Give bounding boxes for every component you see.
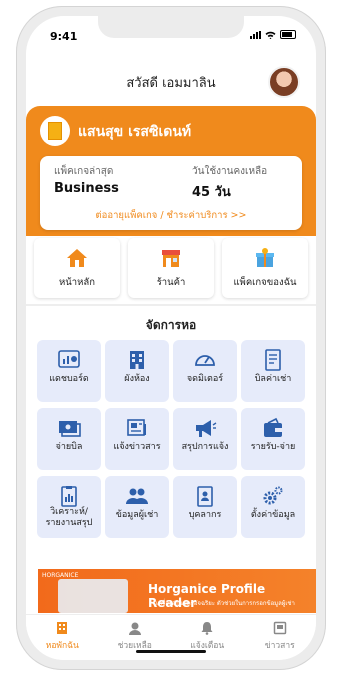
menu-room-layout-label: ผังห้อง bbox=[124, 374, 150, 384]
settings-icon bbox=[263, 486, 283, 505]
banner-brand: HORGANICE bbox=[42, 572, 79, 579]
menu-announce[interactable]: แจ้งข่าวสาร bbox=[105, 408, 169, 470]
building-icon bbox=[130, 351, 144, 369]
wifi-icon bbox=[265, 31, 276, 39]
tab-my-dorm-label: หอพักฉัน bbox=[45, 641, 79, 651]
menu-announce-label: แจ้งข่าวสาร bbox=[113, 442, 161, 452]
quick-home-button[interactable]: หน้าหลัก bbox=[34, 238, 120, 298]
tab-my-dorm[interactable]: หอพักฉัน bbox=[26, 615, 99, 660]
menu-report-summary-label: สรุปการแจ้ง bbox=[181, 442, 229, 452]
bottom-tab-bar: หอพักฉัน ช่วยเหลือ แจ้งเตือน ข่าวสาร bbox=[26, 614, 316, 660]
menu-analytics[interactable]: วิเคราะห์/ รายงานสรุป bbox=[37, 476, 101, 538]
support-icon bbox=[128, 622, 141, 635]
gift-box-icon bbox=[256, 248, 274, 267]
tab-notifications[interactable]: แจ้งเตือน bbox=[171, 615, 244, 660]
house-icon bbox=[67, 249, 87, 267]
app-screen: 9:41 สวัสดี เอมมาลิน แสนสุข เรสซิเดนท์ แ… bbox=[26, 16, 316, 660]
menu-meter[interactable]: จดมิเตอร์ bbox=[173, 340, 237, 402]
megaphone-icon bbox=[196, 420, 217, 437]
menu-rent-bill[interactable]: บิลค่าเช่า bbox=[241, 340, 305, 402]
menu-room-layout[interactable]: ผังห้อง bbox=[105, 340, 169, 402]
menu-pay-bill-label: จ่ายบิล bbox=[55, 442, 83, 452]
tab-support[interactable]: ช่วยเหลือ bbox=[99, 615, 172, 660]
tab-news-label: ข่าวสาร bbox=[264, 641, 295, 651]
quick-shop-label: ร้านค้า bbox=[156, 277, 186, 288]
quick-my-package-label: แพ็คเกจของฉัน bbox=[233, 277, 297, 288]
manage-dorm-title: จัดการหอ bbox=[145, 318, 197, 332]
banner-product-image bbox=[58, 579, 128, 613]
menu-staff-label: บุคลากร bbox=[188, 510, 222, 520]
section-divider bbox=[26, 304, 316, 306]
package-label: แพ็คเกจล่าสุด bbox=[54, 166, 114, 177]
pay-bill-icon bbox=[59, 421, 81, 437]
menu-report-summary[interactable]: สรุปการแจ้ง bbox=[173, 408, 237, 470]
status-bar: 9:41 bbox=[26, 16, 316, 56]
shop-icon bbox=[162, 250, 180, 267]
days-left-value: 45 วัน bbox=[192, 185, 231, 200]
phone-frame: 9:41 สวัสดี เอมมาลิน แสนสุข เรสซิเดนท์ แ… bbox=[16, 6, 326, 670]
menu-tenant-info-label: ข้อมูลผู้เช่า bbox=[115, 510, 159, 520]
status-time: 9:41 bbox=[50, 30, 78, 43]
home-indicator bbox=[136, 650, 206, 653]
menu-pay-bill[interactable]: จ่ายบิล bbox=[37, 408, 101, 470]
menu-income-expense-label: รายรับ-จ่าย bbox=[250, 442, 296, 452]
quick-shop-button[interactable]: ร้านค้า bbox=[128, 238, 214, 298]
news-tab-icon bbox=[273, 621, 286, 635]
wallet-icon bbox=[264, 417, 282, 437]
dorm-name[interactable]: แสนสุข เรสซิเดนท์ bbox=[78, 121, 191, 143]
bell-icon bbox=[201, 622, 213, 635]
quick-my-package-button[interactable]: แพ็คเกจของฉัน bbox=[222, 238, 308, 298]
menu-staff[interactable]: บุคลากร bbox=[173, 476, 237, 538]
days-left-label: วันใช้งานคงเหลือ bbox=[192, 166, 268, 177]
menu-settings[interactable]: ตั้งค่าข้อมูล bbox=[241, 476, 305, 538]
meter-icon bbox=[195, 355, 215, 366]
signal-icon bbox=[250, 30, 261, 39]
dorm-icon bbox=[57, 622, 68, 634]
manage-grid: แดชบอร์ด ผังห้อง จดมิเตอร์ บิลค่าเช่า จ่… bbox=[37, 340, 305, 538]
avatar[interactable] bbox=[268, 66, 300, 98]
news-icon bbox=[127, 419, 146, 436]
report-icon bbox=[61, 486, 77, 507]
tab-news[interactable]: ข่าวสาร bbox=[244, 615, 317, 660]
quick-menu: หน้าหลัก ร้านค้า แพ็คเกจของฉัน bbox=[34, 238, 308, 298]
menu-rent-bill-label: บิลค่าเช่า bbox=[254, 374, 292, 384]
package-card: แพ็คเกจล่าสุด Business วันใช้งานคงเหลือ … bbox=[40, 156, 302, 230]
header: สวัสดี เอมมาลิน bbox=[26, 60, 316, 100]
battery-icon bbox=[280, 30, 296, 39]
status-icons bbox=[250, 30, 296, 39]
menu-analytics-label: วิเคราะห์/ รายงานสรุป bbox=[45, 507, 93, 528]
menu-meter-label: จดมิเตอร์ bbox=[186, 374, 224, 384]
promo-banner[interactable]: HORGANICE Horganice Profile Reader เครื่… bbox=[38, 569, 316, 613]
menu-income-expense[interactable]: รายรับ-จ่าย bbox=[241, 408, 305, 470]
tenants-icon bbox=[126, 488, 148, 504]
menu-dashboard-label: แดชบอร์ด bbox=[49, 374, 89, 384]
menu-dashboard[interactable]: แดชบอร์ด bbox=[37, 340, 101, 402]
renew-package-link[interactable]: ต่ออายุแพ็คเกจ / ชำระค่าบริการ >> bbox=[40, 208, 302, 223]
staff-icon bbox=[197, 486, 213, 507]
menu-settings-label: ตั้งค่าข้อมูล bbox=[250, 510, 296, 520]
package-value: Business bbox=[54, 181, 119, 196]
bill-icon bbox=[265, 349, 281, 371]
banner-subtitle: เครื่องอ่านบัตรอัจฉริยะ ตัวช่วยในการกรอก… bbox=[156, 600, 295, 607]
menu-tenant-info[interactable]: ข้อมูลผู้เช่า bbox=[105, 476, 169, 538]
dorm-building-icon bbox=[40, 116, 70, 146]
dashboard-icon bbox=[58, 350, 80, 368]
quick-home-label: หน้าหลัก bbox=[59, 277, 95, 288]
